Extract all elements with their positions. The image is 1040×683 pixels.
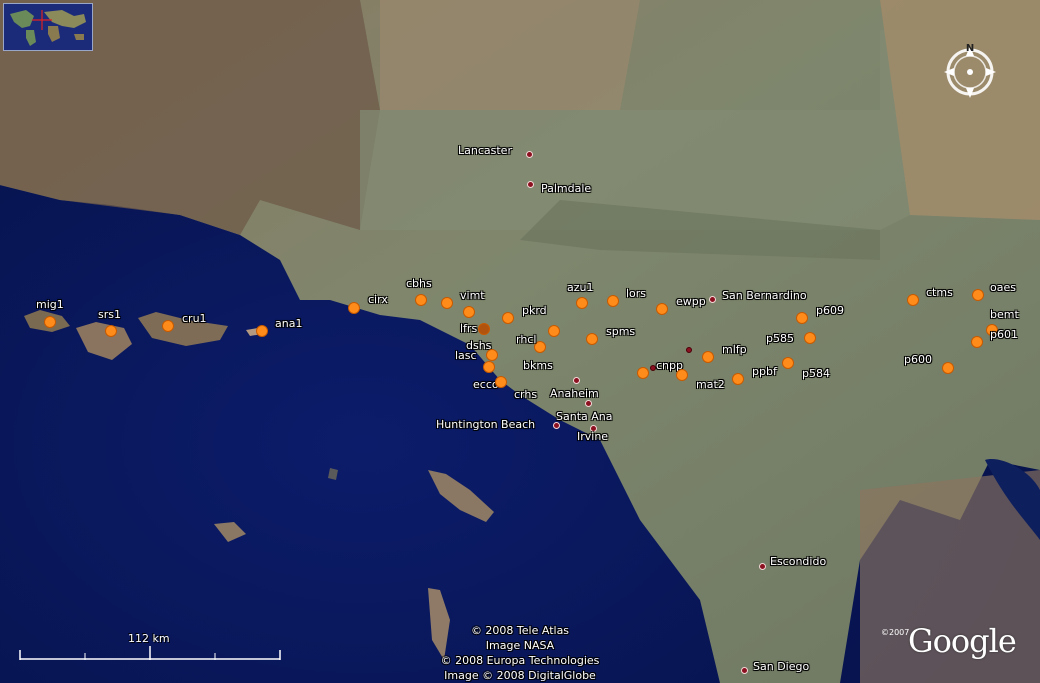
- google-logo: Google: [908, 622, 1017, 660]
- gps-station-label[interactable]: p585: [766, 333, 794, 345]
- city-marker[interactable]: [526, 180, 534, 188]
- city-marker[interactable]: [758, 562, 766, 570]
- gps-station-label[interactable]: spms: [606, 326, 635, 338]
- city-label[interactable]: Anaheim: [550, 388, 599, 400]
- city-label[interactable]: Palmdale: [541, 183, 591, 195]
- gps-station-marker[interactable]: [463, 306, 475, 318]
- overview-minimap[interactable]: [3, 3, 93, 51]
- gps-station-label[interactable]: bemt: [990, 309, 1019, 321]
- city-label[interactable]: Escondido: [770, 556, 826, 568]
- gps-station-label[interactable]: p601: [990, 329, 1018, 341]
- gps-station-marker[interactable]: [796, 312, 808, 324]
- gps-station-label[interactable]: mat2: [696, 379, 725, 391]
- gps-station-marker[interactable]: [637, 367, 649, 379]
- gps-station-label[interactable]: mig1: [36, 299, 64, 311]
- gps-station-label[interactable]: rhcl: [516, 334, 536, 346]
- gps-station-marker[interactable]: [486, 349, 498, 361]
- city-label[interactable]: Santa Ana: [556, 411, 612, 423]
- gps-station-label[interactable]: cirx: [368, 294, 388, 306]
- gps-station-marker[interactable]: [495, 376, 507, 388]
- map-view[interactable]: N Lancaster Palmdale San Bernardino Anaheim…: [0, 0, 1040, 683]
- gps-station-marker[interactable]: [586, 333, 598, 345]
- city-marker[interactable]: [552, 421, 560, 429]
- gps-station-marker[interactable]: [971, 336, 983, 348]
- gps-station-marker[interactable]: [415, 294, 427, 306]
- gps-station-marker[interactable]: [702, 351, 714, 363]
- gps-station-label[interactable]: azu1: [567, 282, 594, 294]
- city-label[interactable]: Irvine: [577, 431, 608, 443]
- gps-station-marker[interactable]: [548, 325, 560, 337]
- gps-station-label[interactable]: p584: [802, 368, 830, 380]
- gps-station-marker[interactable]: [804, 332, 816, 344]
- compass-rose-control[interactable]: N: [938, 40, 1002, 104]
- gps-station-marker[interactable]: [483, 361, 495, 373]
- gps-station-marker[interactable]: [105, 325, 117, 337]
- gps-station-label[interactable]: vimt: [460, 290, 485, 302]
- gps-station-label[interactable]: mlfp: [722, 344, 747, 356]
- credit-line-4: Image © 2008 DigitalGlobe: [444, 669, 596, 682]
- gps-station-marker[interactable]: [676, 369, 688, 381]
- world-map-icon: [4, 4, 92, 50]
- gps-station-marker[interactable]: [907, 294, 919, 306]
- gps-station-label[interactable]: crhs: [514, 389, 537, 401]
- gps-station-marker[interactable]: [256, 325, 268, 337]
- gps-station-marker[interactable]: [656, 303, 668, 315]
- gps-station-label[interactable]: ctms: [926, 287, 953, 299]
- city-marker[interactable]: [708, 295, 716, 303]
- gps-station-marker[interactable]: [44, 316, 56, 328]
- gps-station-marker[interactable]: [782, 357, 794, 369]
- gps-station-label[interactable]: cru1: [182, 313, 207, 325]
- gps-station-marker[interactable]: [576, 297, 588, 309]
- gps-station-label[interactable]: ana1: [275, 318, 302, 330]
- location-marker[interactable]: [686, 347, 692, 353]
- gps-station-label[interactable]: pkrd: [522, 305, 547, 317]
- gps-station-label[interactable]: lasc: [455, 350, 477, 362]
- gps-station-label[interactable]: ewpp: [676, 296, 706, 308]
- credit-line-3: © 2008 Europa Technologies: [440, 654, 600, 667]
- gps-station-label[interactable]: srs1: [98, 309, 121, 321]
- city-label[interactable]: San Bernardino: [722, 290, 807, 302]
- gps-station-label[interactable]: bkms: [523, 360, 553, 372]
- gps-station-marker[interactable]: [942, 362, 954, 374]
- city-marker[interactable]: [525, 150, 533, 158]
- gps-station-label[interactable]: ppbf: [752, 366, 777, 378]
- gps-station-marker[interactable]: [478, 323, 490, 335]
- city-label[interactable]: Huntington Beach: [436, 419, 535, 431]
- gps-station-label[interactable]: p609: [816, 305, 844, 317]
- gps-station-marker[interactable]: [732, 373, 744, 385]
- gps-station-label[interactable]: lors: [626, 288, 646, 300]
- city-marker[interactable]: [572, 376, 580, 384]
- gps-station-marker[interactable]: [162, 320, 174, 332]
- gps-station-marker[interactable]: [441, 297, 453, 309]
- gps-station-marker[interactable]: [502, 312, 514, 324]
- city-marker[interactable]: [584, 399, 592, 407]
- city-label[interactable]: Lancaster: [458, 145, 512, 157]
- gps-station-label[interactable]: cbhs: [406, 278, 432, 290]
- credit-line-2: Image NASA: [485, 639, 555, 652]
- gps-station-label[interactable]: lfrs: [460, 323, 477, 335]
- gps-station-label[interactable]: oaes: [990, 282, 1016, 294]
- gps-station-label[interactable]: p600: [904, 354, 932, 366]
- compass-north-label: N: [965, 43, 975, 54]
- gps-station-marker[interactable]: [607, 295, 619, 307]
- google-copyright: ©2007: [881, 628, 910, 637]
- gps-station-marker[interactable]: [348, 302, 360, 314]
- gps-station-marker[interactable]: [972, 289, 984, 301]
